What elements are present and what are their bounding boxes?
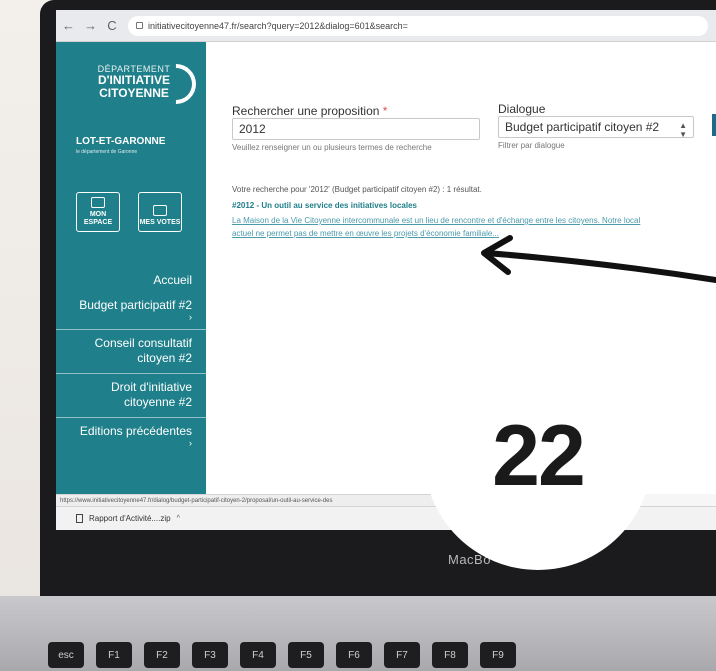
file-icon: [76, 514, 83, 523]
chevron-right-icon: ›: [189, 312, 192, 322]
search-submit-button[interactable]: [712, 114, 716, 136]
function-key-row: esc F1 F2 F3 F4 F5 F6 F7 F8 F9: [48, 642, 516, 668]
f3-key: F3: [192, 642, 228, 668]
page-number: 22: [492, 407, 586, 504]
department-tagline: le département de Garonne: [76, 149, 138, 155]
sidebar-item-label: Budget participatif #2: [79, 298, 192, 312]
sidebar-item-conseil-consultatif[interactable]: Conseil consultatif citoyen #2: [56, 330, 206, 374]
f9-key: F9: [480, 642, 516, 668]
department-logo: LOT-ET-GARONNE le département de Garonne: [76, 136, 165, 155]
required-mark: *: [382, 104, 388, 118]
reload-icon[interactable]: C: [106, 18, 118, 33]
site-logo[interactable]: DÉPARTEMENT D'INITIATIVE CITOYENNE: [74, 55, 205, 113]
select-caret-icon: ▲ ▼: [679, 121, 687, 139]
esc-key: esc: [48, 642, 84, 668]
sidebar-item-label: Editions précédentes: [79, 424, 192, 438]
chevron-up-icon[interactable]: ^: [177, 515, 180, 522]
my-space-label: MON ESPACE: [83, 211, 113, 226]
lock-icon: [136, 22, 143, 29]
dialog-help-text: Filtrer par dialogue: [498, 141, 565, 150]
status-bar-url: https://www.initiativecitoyenne47.fr/dia…: [56, 494, 436, 506]
result-excerpt-link[interactable]: La Maison de la Vie Citoyenne intercommu…: [232, 214, 642, 240]
user-icon: [91, 197, 105, 208]
dialog-filter-label: Dialogue: [498, 102, 546, 116]
search-label-text: Rechercher une proposition: [232, 104, 380, 118]
download-item[interactable]: Rapport d'Activité....zip: [89, 514, 171, 523]
f5-key: F5: [288, 642, 324, 668]
search-help-text: Veuillez renseigner un ou plusieurs term…: [232, 143, 432, 152]
ballot-icon: [153, 205, 167, 216]
f7-key: F7: [384, 642, 420, 668]
department-name: LOT-ET-GARONNE: [76, 136, 166, 147]
my-votes-button[interactable]: MES VOTES: [138, 192, 182, 232]
dialog-select-value: Budget participatif citoyen #2: [505, 120, 660, 134]
browser-toolbar: ← → C initiativecitoyenne47.fr/search?qu…: [56, 10, 716, 42]
sidebar-item-editions-precedentes[interactable]: Editions précédentes ›: [56, 418, 206, 455]
my-space-button[interactable]: MON ESPACE: [76, 192, 120, 232]
search-input-value: 2012: [239, 122, 266, 136]
sidebar-item-droit-initiative[interactable]: Droit d'initiative citoyenne #2: [56, 374, 206, 418]
address-bar[interactable]: initiativecitoyenne47.fr/search?query=20…: [128, 15, 708, 36]
f6-key: F6: [336, 642, 372, 668]
f1-key: F1: [96, 642, 132, 668]
f2-key: F2: [144, 642, 180, 668]
search-label: Rechercher une proposition *: [232, 104, 387, 118]
result-title-link[interactable]: #2012 - Un outil au service des initiati…: [232, 201, 417, 210]
sidebar-item-label: Droit d'initiative citoyenne #2: [111, 380, 192, 409]
forward-arrow-icon[interactable]: →: [84, 18, 97, 33]
sidebar-item-budget-participatif[interactable]: Budget participatif #2 ›: [56, 292, 206, 330]
f8-key: F8: [432, 642, 468, 668]
page-number-badge: 22: [424, 342, 652, 570]
sidebar-item-label: Conseil consultatif citoyen #2: [94, 336, 192, 365]
dialog-select[interactable]: Budget participatif citoyen #2 ▲ ▼: [498, 116, 694, 139]
my-votes-label: MES VOTES: [139, 219, 181, 226]
search-input[interactable]: 2012: [232, 118, 480, 140]
sidebar-item-accueil[interactable]: Accueil: [56, 267, 206, 292]
address-bar-url: initiativecitoyenne47.fr/search?query=20…: [148, 20, 408, 31]
sidebar: DÉPARTEMENT D'INITIATIVE CITOYENNE LOT-E…: [56, 42, 206, 494]
sidebar-menu: Accueil Budget participatif #2 › Conseil…: [56, 267, 206, 455]
sidebar-item-label: Accueil: [153, 273, 192, 287]
back-arrow-icon[interactable]: ←: [62, 18, 75, 33]
f4-key: F4: [240, 642, 276, 668]
chevron-right-icon: ›: [189, 438, 192, 448]
results-summary: Votre recherche pour '2012' (Budget part…: [232, 185, 482, 194]
